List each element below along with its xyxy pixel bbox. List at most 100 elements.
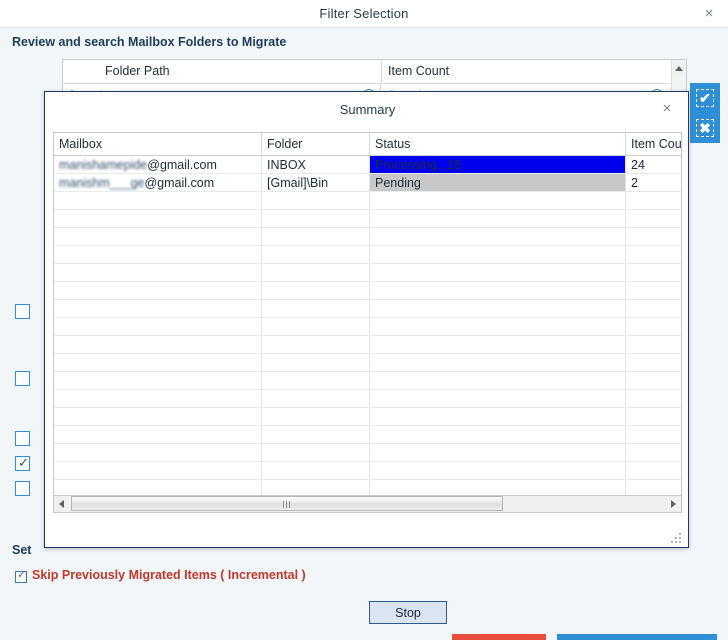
column-header-folder-path[interactable]: Folder Path [105, 64, 170, 78]
cell-empty [261, 209, 370, 228]
cell-item-count: 24 [625, 155, 681, 174]
start-migration-button[interactable]: I am OK, Start Migration [557, 634, 717, 640]
cell-empty [625, 209, 681, 228]
triangle-right-icon[interactable] [665, 496, 681, 511]
cell-empty [369, 263, 626, 282]
cell-folder: [Gmail]\Bin [261, 173, 370, 192]
table-row-empty[interactable] [54, 263, 681, 282]
cell-empty [54, 353, 262, 372]
deselect-all-button[interactable]: ✖ [690, 113, 720, 143]
table-row-empty[interactable] [54, 191, 681, 210]
cell-empty [625, 227, 681, 246]
cell-empty [369, 407, 626, 426]
cell-empty [54, 209, 262, 228]
cell-empty [54, 245, 262, 264]
summary-dialog-close-icon[interactable]: × [658, 100, 676, 118]
summary-horizontal-scrollbar[interactable] [53, 496, 682, 513]
cell-empty [625, 263, 681, 282]
mailbox-address: manishamepide [59, 157, 148, 172]
cell-empty [261, 389, 370, 408]
scrollbar-thumb[interactable] [71, 496, 503, 511]
table-row-empty[interactable] [54, 335, 681, 354]
cell-empty [54, 281, 262, 300]
cell-empty [261, 245, 370, 264]
triangle-left-icon[interactable] [54, 496, 70, 511]
table-row-empty[interactable] [54, 317, 681, 336]
filter-selection-titlebar: Filter Selection × [0, 0, 728, 28]
table-row-empty[interactable] [54, 299, 681, 318]
triangle-up-icon[interactable] [672, 60, 686, 76]
table-row-empty[interactable] [54, 443, 681, 462]
cell-empty [261, 353, 370, 372]
cell-empty [625, 371, 681, 390]
table-row-empty[interactable] [54, 461, 681, 480]
table-row-empty[interactable] [54, 389, 681, 408]
select-all-glyph: ✔ [699, 90, 711, 106]
cell-empty [369, 299, 626, 318]
folder-path-grid-header: Folder Path Item Count [63, 60, 686, 84]
window-title: Filter Selection [319, 6, 409, 21]
window-close-icon[interactable]: × [700, 5, 718, 23]
cell-empty [369, 479, 626, 495]
cell-empty [625, 479, 681, 495]
cell-empty [625, 389, 681, 408]
table-row-empty[interactable] [54, 425, 681, 444]
table-row-empty[interactable] [54, 245, 681, 264]
status-badge: Processing...18 [369, 155, 626, 174]
table-row-empty[interactable] [54, 371, 681, 390]
settings-section-label: Set [12, 543, 32, 557]
cell-empty [54, 407, 262, 426]
cell-empty [54, 425, 262, 444]
table-row-empty[interactable] [54, 407, 681, 426]
status-badge: Pending [369, 173, 626, 192]
cell-empty [369, 389, 626, 408]
cell-empty [625, 425, 681, 444]
table-row-empty[interactable] [54, 227, 681, 246]
skip-migrated-label: Skip Previously Migrated Items ( Increme… [32, 568, 306, 582]
table-row-empty[interactable] [54, 353, 681, 372]
table-row-empty[interactable] [54, 209, 681, 228]
column-header-mailbox[interactable]: Mailbox [54, 133, 262, 156]
folder-checkbox[interactable] [15, 481, 30, 496]
cell-empty [261, 281, 370, 300]
folder-checkbox[interactable] [15, 431, 30, 446]
cell-item-count: 2 [625, 173, 681, 192]
table-row-empty[interactable] [54, 281, 681, 300]
folder-checkbox[interactable] [15, 304, 30, 319]
table-row[interactable]: manishm___ge@gmail.com [Gmail]\Bin Pending… [54, 173, 681, 192]
cell-empty [54, 461, 262, 480]
select-all-button[interactable]: ✔ [690, 83, 720, 113]
stop-button[interactable]: Stop [369, 601, 447, 624]
folder-checkbox[interactable]: ✓ [15, 455, 30, 471]
cell-folder: INBOX [261, 155, 370, 174]
cell-empty [369, 317, 626, 336]
cancel-button[interactable]: Cancel [452, 634, 546, 640]
summary-dialog: Summary × Mailbox Folder Status Item Cou… [44, 91, 689, 624]
skip-migrated-checkbox[interactable] [15, 569, 27, 583]
cell-mailbox: manishamepide@gmail.com [54, 155, 262, 174]
cell-empty [261, 317, 370, 336]
cell-empty [261, 227, 370, 246]
column-header-status[interactable]: Status [369, 133, 626, 156]
cell-empty [625, 281, 681, 300]
folder-checkbox[interactable] [15, 371, 30, 386]
cell-empty [625, 299, 681, 318]
cell-empty [54, 443, 262, 462]
column-header-item-count[interactable]: Item Count [625, 133, 681, 156]
column-header-folder[interactable]: Folder [261, 133, 370, 156]
table-row-empty[interactable] [54, 479, 681, 495]
cell-empty [369, 281, 626, 300]
cell-empty [261, 263, 370, 282]
cell-empty [369, 443, 626, 462]
cell-empty [54, 191, 262, 210]
cell-empty [625, 335, 681, 354]
resize-grip-icon[interactable] [671, 531, 683, 543]
cell-empty [369, 461, 626, 480]
summary-table-body: manishamepide@gmail.com INBOX Processing..… [54, 155, 681, 495]
column-header-item-count[interactable]: Item Count [388, 64, 449, 78]
table-row[interactable]: manishamepide@gmail.com INBOX Processing..… [54, 155, 681, 174]
cell-empty [369, 353, 626, 372]
cell-empty [261, 299, 370, 318]
cell-empty [261, 425, 370, 444]
cell-empty [54, 371, 262, 390]
